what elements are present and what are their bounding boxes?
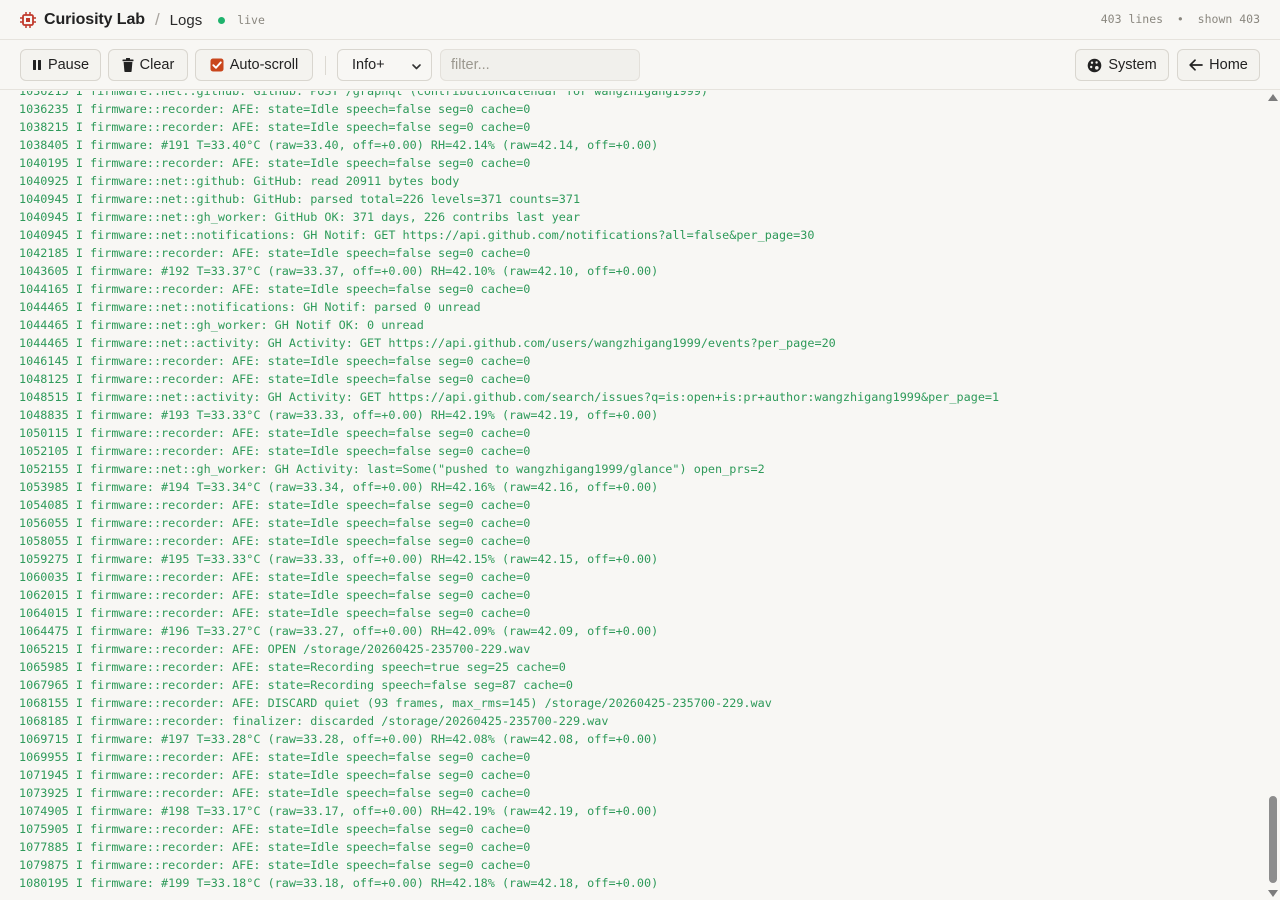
log-line: 1040925 I firmware::net::github: GitHub:… bbox=[19, 174, 460, 188]
toolbar-divider bbox=[325, 56, 326, 75]
filter-input[interactable] bbox=[440, 49, 640, 81]
home-label: Home bbox=[1209, 57, 1248, 73]
pause-label: Pause bbox=[47, 57, 90, 73]
log-line: 1058055 I firmware::recorder: AFE: state… bbox=[19, 534, 531, 548]
log-line: 1067965 I firmware::recorder: AFE: state… bbox=[19, 678, 573, 692]
log-line: 1075905 I firmware::recorder: AFE: state… bbox=[19, 822, 531, 836]
log-level-select[interactable]: Info+ bbox=[337, 49, 432, 81]
trash-icon bbox=[122, 58, 134, 72]
log-line: 1048835 I firmware: #193 T=33.33°C (raw=… bbox=[19, 408, 659, 422]
log-line: 1052105 I firmware::recorder: AFE: state… bbox=[19, 444, 531, 458]
log-line: 1040195 I firmware::recorder: AFE: state… bbox=[19, 156, 531, 170]
arrow-left-icon bbox=[1189, 59, 1204, 71]
log-line: 1071945 I firmware::recorder: AFE: state… bbox=[19, 768, 531, 782]
log-line: 1068185 I firmware::recorder: finalizer:… bbox=[19, 714, 609, 728]
auto-scroll-label: Auto-scroll bbox=[229, 57, 299, 73]
pause-icon bbox=[32, 59, 42, 71]
log-line: 1044465 I firmware::net::gh_worker: GH N… bbox=[19, 318, 424, 332]
log-line: 1052155 I firmware::net::gh_worker: GH A… bbox=[19, 462, 765, 476]
log-line: 1046145 I firmware::recorder: AFE: state… bbox=[19, 354, 531, 368]
system-label: System bbox=[1108, 57, 1157, 73]
breadcrumb: Curiosity Lab / Logs live bbox=[19, 10, 265, 30]
log-line: 1053985 I firmware: #194 T=33.34°C (raw=… bbox=[19, 480, 659, 494]
log-line: 1069715 I firmware: #197 T=33.28°C (raw=… bbox=[19, 732, 659, 746]
log-line: 1050115 I firmware::recorder: AFE: state… bbox=[19, 426, 531, 440]
app-title[interactable]: Curiosity Lab bbox=[44, 11, 145, 29]
clear-button[interactable]: Clear bbox=[108, 49, 188, 81]
pause-button[interactable]: Pause bbox=[20, 49, 101, 81]
log-line: 1060035 I firmware::recorder: AFE: state… bbox=[19, 570, 531, 584]
log-line: 1074905 I firmware: #198 T=33.17°C (raw=… bbox=[19, 804, 659, 818]
log-line: 1079875 I firmware::recorder: AFE: state… bbox=[19, 858, 531, 872]
chevron-down-icon bbox=[411, 60, 422, 76]
scrollbar-thumb[interactable] bbox=[1269, 796, 1277, 883]
auto-scroll-checkbox[interactable] bbox=[210, 58, 224, 72]
clear-label: Clear bbox=[139, 57, 175, 73]
log-line: 1040945 I firmware::net::gh_worker: GitH… bbox=[19, 210, 581, 224]
log-line: 1065215 I firmware::recorder: AFE: OPEN … bbox=[19, 642, 531, 656]
log-line: 1073925 I firmware::recorder: AFE: state… bbox=[19, 786, 531, 800]
theme-palette-icon bbox=[1087, 58, 1102, 73]
log-line: 1059275 I firmware: #195 T=33.33°C (raw=… bbox=[19, 552, 659, 566]
log-line: 1062015 I firmware::recorder: AFE: state… bbox=[19, 588, 531, 602]
log-line: 1044165 I firmware::recorder: AFE: state… bbox=[19, 282, 531, 296]
line-count: 403 lines • shown 403 bbox=[1100, 12, 1260, 26]
scrollbar[interactable] bbox=[1266, 91, 1280, 900]
log-line: 1048515 I firmware::net::activity: GH Ac… bbox=[19, 390, 1000, 404]
log-line: 1064015 I firmware::recorder: AFE: state… bbox=[19, 606, 531, 620]
log-line: 1044465 I firmware::net::activity: GH Ac… bbox=[19, 336, 836, 350]
log-line: 1077885 I firmware::recorder: AFE: state… bbox=[19, 840, 531, 854]
live-status-label: live bbox=[237, 13, 265, 27]
log-line: 1036235 I firmware::recorder: AFE: state… bbox=[19, 102, 531, 116]
log-line: 1042185 I firmware::recorder: AFE: state… bbox=[19, 246, 531, 260]
log-line: 1038215 I firmware::recorder: AFE: state… bbox=[19, 120, 531, 134]
live-status-dot bbox=[218, 16, 226, 24]
log-line: 1054085 I firmware::recorder: AFE: state… bbox=[19, 498, 531, 512]
toolbar: Pause Clear Auto-scroll Info+ filter... … bbox=[0, 40, 1280, 90]
scroll-down-arrow-icon[interactable] bbox=[1268, 890, 1278, 897]
log-line: 1069955 I firmware::recorder: AFE: state… bbox=[19, 750, 531, 764]
log-line: 1080195 I firmware: #199 T=33.18°C (raw=… bbox=[19, 876, 659, 890]
log-line: 1038405 I firmware: #191 T=33.40°C (raw=… bbox=[19, 138, 659, 152]
scroll-up-arrow-icon[interactable] bbox=[1268, 94, 1278, 101]
log-line: 1065985 I firmware::recorder: AFE: state… bbox=[19, 660, 566, 674]
top-bar: Curiosity Lab / Logs live 403 lines • sh… bbox=[0, 0, 1280, 40]
system-theme-button[interactable]: System bbox=[1075, 49, 1169, 81]
log-level-value: Info+ bbox=[352, 57, 385, 73]
chip-icon bbox=[19, 11, 37, 29]
home-button[interactable]: Home bbox=[1177, 49, 1260, 81]
auto-scroll-toggle[interactable]: Auto-scroll bbox=[195, 49, 313, 81]
log-line: 1040945 I firmware::net::github: GitHub:… bbox=[19, 192, 581, 206]
log-lines: 1036215 I firmware::net::github: GitHub:… bbox=[19, 91, 1259, 892]
log-line: 1036215 I firmware::net::github: GitHub:… bbox=[19, 91, 708, 98]
log-line: 1040945 I firmware::net::notifications: … bbox=[19, 228, 815, 242]
breadcrumb-separator: / bbox=[154, 10, 160, 29]
log-line: 1064475 I firmware: #196 T=33.27°C (raw=… bbox=[19, 624, 659, 638]
log-line: 1056055 I firmware::recorder: AFE: state… bbox=[19, 516, 531, 530]
log-line: 1044465 I firmware::net::notifications: … bbox=[19, 300, 481, 314]
log-line: 1043605 I firmware: #192 T=33.37°C (raw=… bbox=[19, 264, 659, 278]
page-title: Logs bbox=[169, 11, 203, 29]
log-line: 1048125 I firmware::recorder: AFE: state… bbox=[19, 372, 531, 386]
log-line: 1068155 I firmware::recorder: AFE: DISCA… bbox=[19, 696, 772, 710]
log-output[interactable]: 1036215 I firmware::net::github: GitHub:… bbox=[0, 91, 1266, 900]
